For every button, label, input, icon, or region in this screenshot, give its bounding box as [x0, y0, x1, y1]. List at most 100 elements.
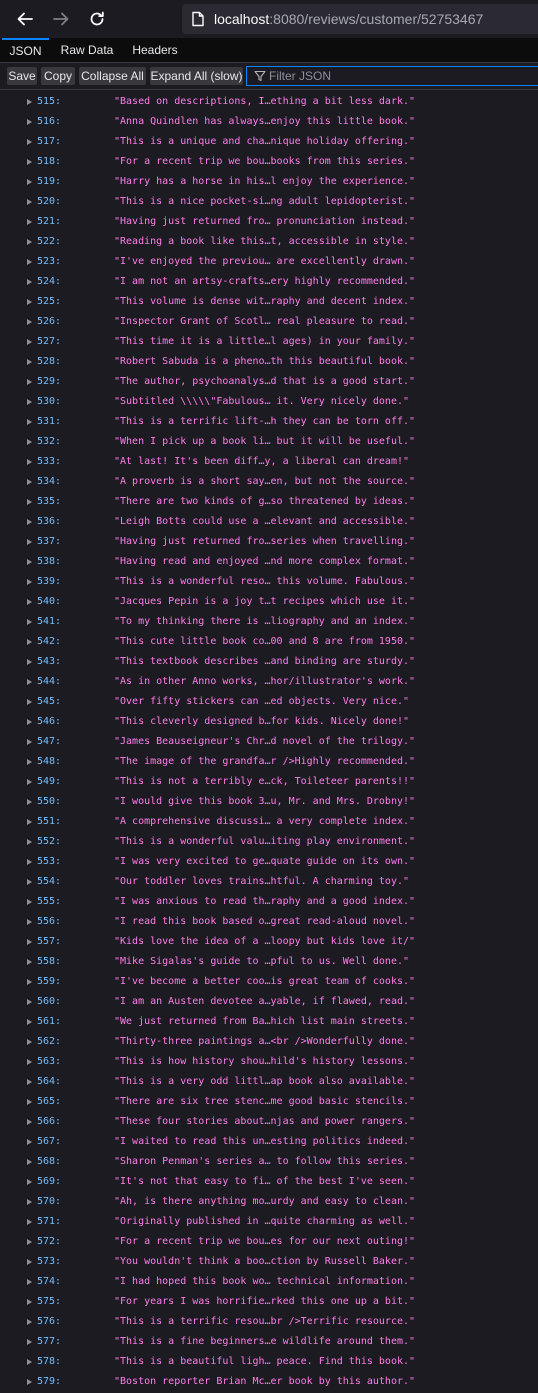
- expand-twisty-icon[interactable]: [27, 179, 32, 185]
- expand-twisty-icon[interactable]: [27, 599, 32, 605]
- expand-twisty-icon[interactable]: [27, 1059, 32, 1065]
- json-row[interactable]: 537: "Having just returned fro…series whe…: [0, 532, 538, 552]
- expand-twisty-icon[interactable]: [27, 1159, 32, 1165]
- json-row[interactable]: 570: "Ah, is there anything mo…urdy and e…: [0, 1192, 538, 1212]
- filter-json-input[interactable]: Filter JSON: [246, 66, 538, 86]
- json-row[interactable]: 578: "This is a beautiful ligh… peace. Fi…: [0, 1352, 538, 1372]
- expand-twisty-icon[interactable]: [27, 959, 32, 965]
- expand-twisty-icon[interactable]: [27, 1099, 32, 1105]
- expand-twisty-icon[interactable]: [27, 659, 32, 665]
- expand-twisty-icon[interactable]: [27, 879, 32, 885]
- expand-twisty-icon[interactable]: [27, 579, 32, 585]
- back-button[interactable]: [7, 0, 43, 38]
- expand-twisty-icon[interactable]: [27, 999, 32, 1005]
- json-row[interactable]: 518: "For a recent trip we bou…books from…: [0, 152, 538, 172]
- json-row[interactable]: 520: "This is a nice pocket-si…ng adult l…: [0, 192, 538, 212]
- json-row[interactable]: 526: "Inspector Grant of Scotl… real plea…: [0, 312, 538, 332]
- json-row[interactable]: 566: "These four stories about…njas and p…: [0, 1112, 538, 1132]
- tab-raw-data[interactable]: Raw Data: [56, 38, 118, 62]
- json-row[interactable]: 576: "This is a terrific resou…br />Terri…: [0, 1312, 538, 1332]
- expand-twisty-icon[interactable]: [27, 1079, 32, 1085]
- json-row[interactable]: 572: "For a recent trip we bou…es for our…: [0, 1232, 538, 1252]
- json-row[interactable]: 546: "This cleverly designed b…for kids. …: [0, 712, 538, 732]
- expand-twisty-icon[interactable]: [27, 899, 32, 905]
- json-row[interactable]: 538: "Having read and enjoyed …nd more co…: [0, 552, 538, 572]
- json-row[interactable]: 536: "Leigh Botts could use a …elevant an…: [0, 512, 538, 532]
- expand-twisty-icon[interactable]: [27, 219, 32, 225]
- json-row[interactable]: 549: "This is not a terribly e…ck, Toilet…: [0, 772, 538, 792]
- expand-twisty-icon[interactable]: [27, 559, 32, 565]
- expand-twisty-icon[interactable]: [27, 1259, 32, 1265]
- expand-twisty-icon[interactable]: [27, 699, 32, 705]
- expand-twisty-icon[interactable]: [27, 859, 32, 865]
- expand-twisty-icon[interactable]: [27, 779, 32, 785]
- expand-twisty-icon[interactable]: [27, 99, 32, 105]
- expand-twisty-icon[interactable]: [27, 819, 32, 825]
- expand-twisty-icon[interactable]: [27, 1019, 32, 1025]
- json-row[interactable]: 523: "I've enjoyed the previou… are excel…: [0, 252, 538, 272]
- expand-twisty-icon[interactable]: [27, 739, 32, 745]
- expand-twisty-icon[interactable]: [27, 1139, 32, 1145]
- expand-twisty-icon[interactable]: [27, 139, 32, 145]
- collapse-all-button[interactable]: Collapse All: [79, 67, 146, 85]
- json-row[interactable]: 562: "Thirty-three paintings a…<br />Wond…: [0, 1032, 538, 1052]
- expand-twisty-icon[interactable]: [27, 639, 32, 645]
- json-row[interactable]: 579: "Boston reporter Brian Mc…er book by…: [0, 1372, 538, 1392]
- expand-twisty-icon[interactable]: [27, 979, 32, 985]
- expand-twisty-icon[interactable]: [27, 299, 32, 305]
- expand-twisty-icon[interactable]: [27, 279, 32, 285]
- json-row[interactable]: 543: "This textbook describes …and bindin…: [0, 652, 538, 672]
- expand-twisty-icon[interactable]: [27, 1239, 32, 1245]
- expand-twisty-icon[interactable]: [27, 1319, 32, 1325]
- reload-button[interactable]: [79, 0, 115, 38]
- json-row[interactable]: 517: "This is a unique and cha…nique holi…: [0, 132, 538, 152]
- expand-twisty-icon[interactable]: [27, 719, 32, 725]
- expand-twisty-icon[interactable]: [27, 119, 32, 125]
- json-row[interactable]: 552: "This is a wonderful valu…iting play…: [0, 832, 538, 852]
- json-row[interactable]: 571: "Originally published in …quite char…: [0, 1212, 538, 1232]
- json-row[interactable]: 564: "This is a very odd littl…ap book al…: [0, 1072, 538, 1092]
- expand-twisty-icon[interactable]: [27, 459, 32, 465]
- expand-twisty-icon[interactable]: [27, 919, 32, 925]
- tab-headers[interactable]: Headers: [126, 38, 184, 62]
- expand-twisty-icon[interactable]: [27, 1199, 32, 1205]
- expand-twisty-icon[interactable]: [27, 799, 32, 805]
- json-row[interactable]: 542: "This cute little book co…00 and 8 a…: [0, 632, 538, 652]
- json-row[interactable]: 522: "Reading a book like this…t, accessi…: [0, 232, 538, 252]
- json-row[interactable]: 519: "Harry has a horse in his…l enjoy th…: [0, 172, 538, 192]
- expand-twisty-icon[interactable]: [27, 339, 32, 345]
- expand-twisty-icon[interactable]: [27, 159, 32, 165]
- expand-twisty-icon[interactable]: [27, 259, 32, 265]
- expand-twisty-icon[interactable]: [27, 1359, 32, 1365]
- expand-twisty-icon[interactable]: [27, 1179, 32, 1185]
- expand-twisty-icon[interactable]: [27, 499, 32, 505]
- expand-twisty-icon[interactable]: [27, 759, 32, 765]
- json-row[interactable]: 533: "At last! It's been diff…y, a libera…: [0, 452, 538, 472]
- json-row[interactable]: 521: "Having just returned fro… pronuncia…: [0, 212, 538, 232]
- expand-twisty-icon[interactable]: [27, 239, 32, 245]
- json-row[interactable]: 525: "This volume is dense wit…raphy and …: [0, 292, 538, 312]
- json-row[interactable]: 569: "It's not that easy to fi… of the be…: [0, 1172, 538, 1192]
- expand-twisty-icon[interactable]: [27, 539, 32, 545]
- expand-twisty-icon[interactable]: [27, 1299, 32, 1305]
- json-row[interactable]: 540: "Jacques Pepin is a joy t…t recipes …: [0, 592, 538, 612]
- json-row[interactable]: 550: "I would give this book 3…u, Mr. and…: [0, 792, 538, 812]
- json-row[interactable]: 561: "We just returned from Ba…hich list …: [0, 1012, 538, 1032]
- expand-twisty-icon[interactable]: [27, 199, 32, 205]
- json-row[interactable]: 516: "Anna Quindlen has always…enjoy this…: [0, 112, 538, 132]
- expand-twisty-icon[interactable]: [27, 1039, 32, 1045]
- json-row[interactable]: 567: "I waited to read this un…esting pol…: [0, 1132, 538, 1152]
- json-row[interactable]: 541: "To my thinking there is …liography …: [0, 612, 538, 632]
- json-row[interactable]: 577: "This is a fine beginners…e wildlife…: [0, 1332, 538, 1352]
- expand-twisty-icon[interactable]: [27, 1379, 32, 1385]
- json-row[interactable]: 530: "Subtitled \\\\\"Fabulous… it. Very …: [0, 392, 538, 412]
- expand-all-button[interactable]: Expand All (slow): [150, 67, 243, 85]
- expand-twisty-icon[interactable]: [27, 479, 32, 485]
- json-row[interactable]: 575: "For years I was horrifie…rked this …: [0, 1292, 538, 1312]
- expand-twisty-icon[interactable]: [27, 439, 32, 445]
- json-row[interactable]: 554: "Our toddler loves trains…htful. A c…: [0, 872, 538, 892]
- json-row[interactable]: 563: "This is how history shou…hild's his…: [0, 1052, 538, 1072]
- expand-twisty-icon[interactable]: [27, 679, 32, 685]
- json-row[interactable]: 545: "Over fifty stickers can …ed objects…: [0, 692, 538, 712]
- tab-json[interactable]: JSON: [2, 38, 49, 62]
